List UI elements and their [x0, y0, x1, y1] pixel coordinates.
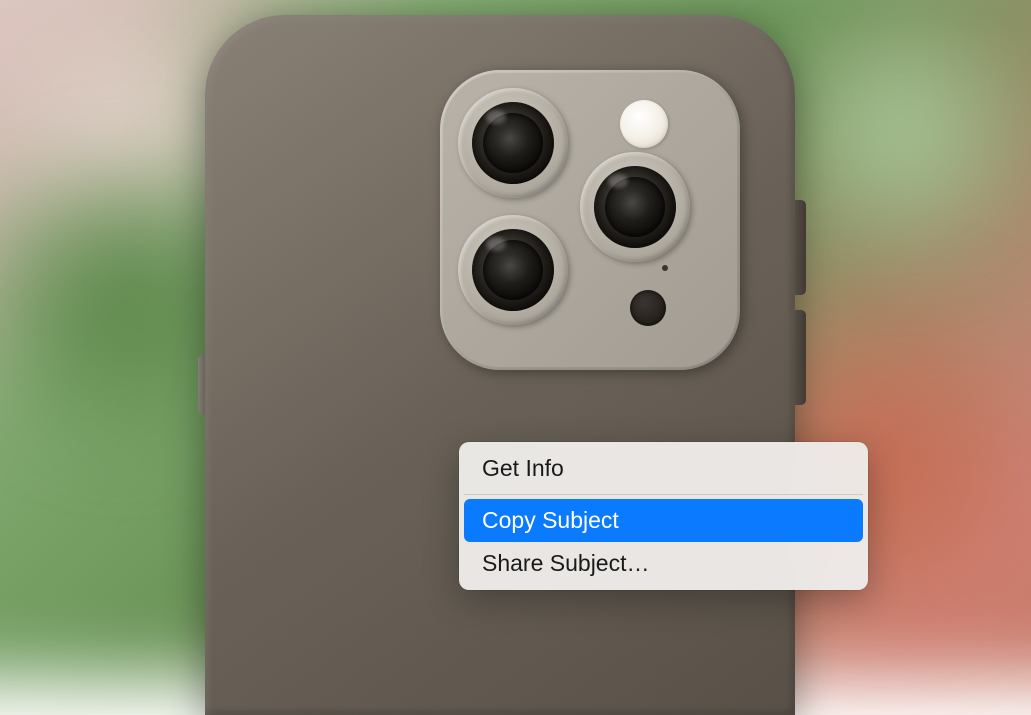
camera-lens — [580, 152, 690, 262]
menu-item-get-info[interactable]: Get Info — [464, 447, 863, 490]
camera-bump — [440, 70, 740, 370]
menu-item-share-subject[interactable]: Share Subject… — [464, 542, 863, 585]
menu-item-copy-subject[interactable]: Copy Subject — [464, 499, 863, 542]
menu-divider — [464, 494, 863, 495]
camera-flash — [620, 100, 668, 148]
phone-side-button — [794, 200, 806, 295]
microphone-dot — [662, 265, 668, 271]
camera-lens — [458, 88, 568, 198]
lidar-sensor — [630, 290, 666, 326]
phone-side-button — [794, 310, 806, 405]
phone-subject — [205, 15, 795, 715]
context-menu: Get Info Copy Subject Share Subject… — [459, 442, 868, 590]
camera-lens — [458, 215, 568, 325]
